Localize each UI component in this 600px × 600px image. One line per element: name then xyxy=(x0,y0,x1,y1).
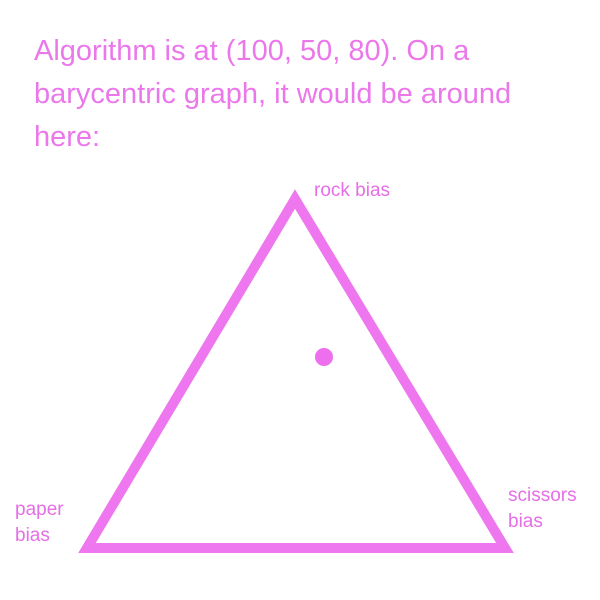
paper-bias-text-line2: bias xyxy=(15,525,50,546)
rock-bias-label: rock bias xyxy=(314,178,390,204)
algorithm-point xyxy=(315,348,333,366)
paper-bias-text-line1: paper xyxy=(15,499,64,520)
scissors-bias-label: scissors bias xyxy=(508,483,598,535)
scissors-bias-text-line2: bias xyxy=(508,511,543,532)
barycentric-triangle xyxy=(78,189,514,553)
rock-bias-text: rock bias xyxy=(314,180,391,201)
scissors-bias-text-line1: scissors xyxy=(508,485,577,506)
paper-bias-label: paper bias xyxy=(15,497,95,549)
